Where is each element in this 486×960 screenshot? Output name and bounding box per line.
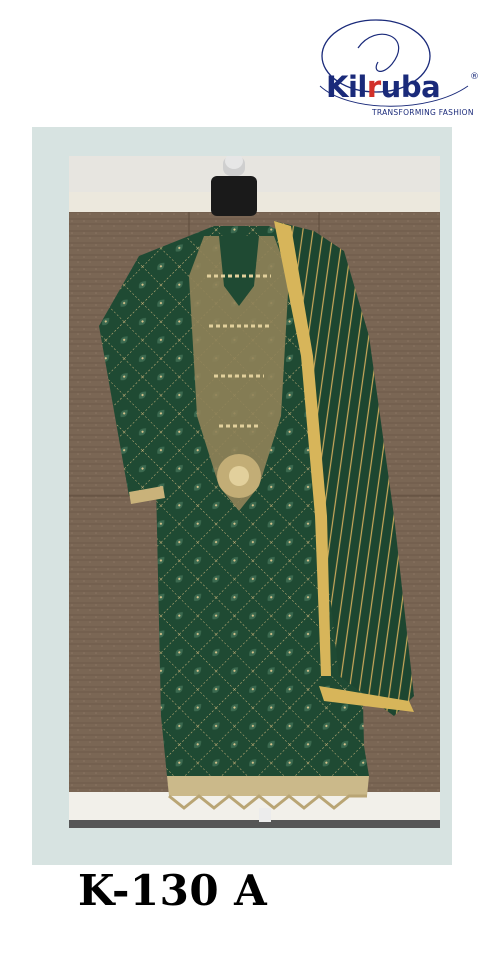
brand-name: Kilruba bbox=[326, 70, 441, 104]
brand-logo: Kilruba ® TRANSFORMING FASHION bbox=[318, 14, 479, 124]
product-photo bbox=[69, 156, 440, 828]
brand-tagline: TRANSFORMING FASHION bbox=[372, 108, 474, 117]
registered-mark: ® bbox=[470, 72, 479, 82]
product-code: K-130 A bbox=[78, 866, 268, 915]
